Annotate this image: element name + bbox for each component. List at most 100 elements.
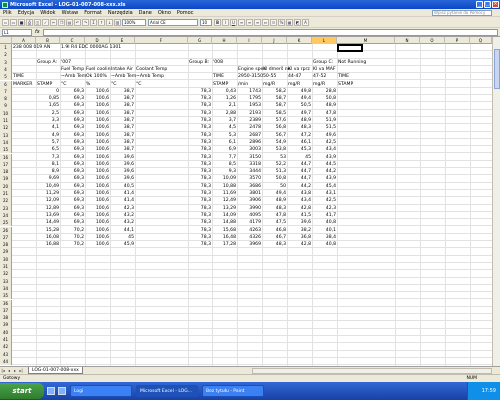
row-header[interactable]: 32 [0, 270, 12, 278]
table-cell[interactable]: 40,1 [312, 227, 337, 234]
table-cell[interactable]: 10,09 [212, 175, 237, 182]
menu-item[interactable]: Pomoc [174, 10, 197, 16]
table-cell[interactable]: 4179 [237, 219, 262, 226]
table-cell[interactable]: 54,9 [262, 139, 287, 146]
table-cell[interactable]: 42,3 [312, 205, 337, 212]
table-cell[interactable]: 38,4 [312, 234, 337, 241]
row-header[interactable]: 44 [0, 357, 12, 366]
table-cell[interactable]: 4095 [237, 212, 262, 219]
table-cell[interactable]: 100,6 [85, 154, 110, 161]
table-cell[interactable]: 14,49 [36, 219, 60, 226]
table-cell[interactable]: 69,3 [60, 117, 85, 124]
table-cell[interactable]: Group C: [312, 59, 334, 66]
table-cell[interactable]: 78,3 [188, 154, 212, 161]
column-header[interactable]: A [12, 37, 36, 44]
table-cell[interactable]: 0 [36, 88, 60, 95]
table-cell[interactable]: 56,8 [262, 124, 287, 131]
column-header[interactable]: J [262, 37, 287, 44]
fill-color-icon[interactable]: ◩ [294, 18, 301, 26]
menu-item[interactable]: Okno [155, 10, 174, 16]
table-cell[interactable]: 69,3 [60, 175, 85, 182]
redo-icon[interactable]: ↷ [82, 18, 89, 26]
table-cell[interactable]: 11,29 [36, 190, 60, 197]
table-cell[interactable]: 100,6 [85, 205, 110, 212]
column-header[interactable]: M [337, 37, 395, 44]
table-cell[interactable]: 46,8 [262, 227, 287, 234]
sort-desc-icon[interactable]: ↓ [106, 18, 113, 26]
open-folder-icon[interactable]: ▭ [10, 18, 17, 26]
row-header[interactable]: 17 [0, 160, 12, 169]
row-header[interactable]: 9 [0, 102, 12, 110]
table-cell[interactable]: 8,5 [212, 161, 237, 168]
table-cell[interactable]: 42,3 [110, 205, 135, 212]
percent-icon[interactable]: % [278, 18, 285, 26]
table-cell[interactable]: 78,3 [188, 183, 212, 190]
column-header[interactable]: H [212, 37, 237, 44]
table-cell[interactable]: 4,1 [36, 124, 60, 131]
menu-item[interactable]: Edycja [15, 10, 38, 16]
table-cell[interactable]: 78,3 [188, 146, 212, 153]
table-cell[interactable]: 45,9 [110, 241, 135, 248]
table-cell[interactable]: 49,4 [262, 190, 287, 197]
table-cell[interactable]: 38,7 [110, 95, 135, 102]
table-cell[interactable]: 69,3 [60, 205, 85, 212]
table-cell[interactable]: 70,2 [60, 227, 85, 234]
table-cell[interactable]: 100,6 [85, 117, 110, 124]
table-cell[interactable]: 78,3 [188, 168, 212, 175]
table-cell[interactable]: 48,3 [287, 124, 312, 131]
maximize-button[interactable]: □ [484, 1, 491, 8]
row-header[interactable]: 4 [0, 65, 12, 74]
row-header[interactable]: 31 [0, 263, 12, 271]
table-cell[interactable]: 2193 [237, 110, 262, 117]
table-cell[interactable]: 78,3 [188, 132, 212, 139]
table-cell[interactable]: 43,1 [312, 190, 337, 197]
table-cell[interactable]: 58,7 [262, 95, 287, 102]
taskbar-item[interactable]: Bez tytułu - Paint [202, 385, 264, 397]
table-cell[interactable]: Group B: [188, 59, 210, 66]
table-cell[interactable]: 4326 [237, 234, 262, 241]
table-cell[interactable]: mg/R [262, 81, 276, 88]
table-cell[interactable]: 41,4 [110, 190, 135, 197]
table-cell[interactable]: 2,5 [36, 110, 60, 117]
font-color-icon[interactable]: A [302, 18, 309, 26]
table-cell[interactable]: 11,69 [212, 190, 237, 197]
row-header[interactable]: 37 [0, 306, 12, 315]
menu-item[interactable]: Dane [136, 10, 155, 16]
table-cell[interactable]: 1,65 [36, 102, 60, 109]
table-cell[interactable]: 44,7 [287, 161, 312, 168]
table-cell[interactable]: 69,3 [60, 95, 85, 102]
menu-item[interactable]: Narzędzia [105, 10, 136, 16]
table-cell[interactable]: 58,7 [262, 102, 287, 109]
row-header[interactable]: 2 [0, 51, 12, 59]
table-cell[interactable]: 43,4 [287, 197, 312, 204]
spellcheck-icon[interactable]: ✓ [42, 18, 49, 26]
table-cell[interactable]: 48,3 [262, 205, 287, 212]
table-cell[interactable]: MARKER [12, 81, 33, 88]
table-cell[interactable]: 70,2 [60, 241, 85, 248]
align-center-icon[interactable]: ≡ [246, 18, 253, 26]
font-select[interactable]: Arial CE [148, 18, 198, 26]
row-header[interactable]: 39 [0, 321, 12, 329]
table-cell[interactable]: 100,6 [85, 227, 110, 234]
table-cell[interactable]: °C [60, 81, 68, 88]
table-cell[interactable]: 69,3 [60, 168, 85, 175]
table-cell[interactable]: 3686 [237, 183, 262, 190]
table-cell[interactable]: 2389 [237, 117, 262, 124]
sort-asc-icon[interactable]: ↑ [98, 18, 105, 26]
row-header[interactable]: 16 [0, 153, 12, 161]
table-cell[interactable]: 78,3 [188, 102, 212, 109]
column-header[interactable]: B [36, 37, 60, 44]
table-cell[interactable]: 7,3 [36, 154, 60, 161]
table-cell[interactable]: 100,6 [85, 234, 110, 241]
table-cell[interactable]: TIME [12, 73, 25, 80]
italic-button[interactable]: I [222, 18, 229, 26]
table-cell[interactable]: 0,43 [212, 88, 237, 95]
table-cell[interactable]: 53,8 [262, 146, 287, 153]
table-cell[interactable]: 43,4 [312, 146, 337, 153]
table-cell[interactable]: 38,7 [110, 102, 135, 109]
scrollbar-thumb[interactable] [494, 49, 500, 89]
table-cell[interactable]: 38,7 [110, 124, 135, 131]
table-cell[interactable]: 69,3 [60, 197, 85, 204]
table-cell[interactable]: Group A: [36, 59, 58, 66]
table-cell[interactable]: 45,3 [287, 146, 312, 153]
